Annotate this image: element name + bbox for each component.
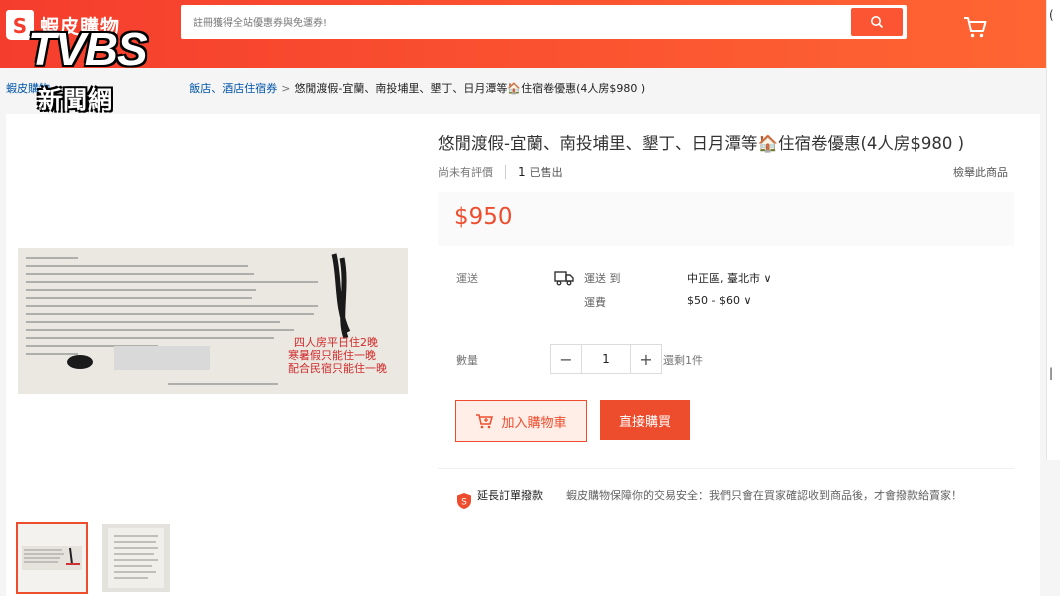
thumbnail-2[interactable] — [102, 524, 170, 592]
breadcrumb-separator: > — [281, 82, 291, 95]
right-edge-glyph: | — [1049, 366, 1054, 380]
stamp-line-2: 寒暑假只能住一晚 — [288, 348, 376, 362]
search-icon — [871, 16, 884, 29]
product-meta: 尚未有評價 1 已售出 — [438, 164, 563, 180]
quantity-minus-button[interactable]: − — [551, 345, 581, 373]
stamp-line-3: 配合民宿只能住一晚 — [288, 361, 387, 375]
right-edge-glyph: ( — [1049, 8, 1054, 22]
add-to-cart-button[interactable]: 加入購物車 — [455, 400, 587, 442]
search-input[interactable] — [191, 5, 835, 41]
right-side-panel: ( | — [1046, 0, 1060, 460]
product-panel: 四人房平日住2晚 寒暑假只能住一晚 配合民宿只能住一晚 悠閒渡假-宜蘭、南投埔里… — [6, 114, 1040, 596]
quantity-stepper: − 1 + — [550, 344, 662, 374]
quantity-plus-button[interactable]: + — [631, 345, 661, 373]
ship-fee-label: 運費 — [584, 296, 606, 309]
ship-location-dropdown[interactable]: 中正區, 臺北市 ∨ — [687, 270, 772, 286]
guarantee-text: 蝦皮購物保障你的交易安全：我們只會在買家確認收到商品後，才會撥款給賣家！ — [566, 489, 962, 502]
tvbs-watermark: TVBS 新聞網 — [28, 22, 208, 114]
product-main-image[interactable]: 四人房平日住2晚 寒暑假只能住一晚 配合民宿只能住一晚 — [18, 248, 408, 394]
meta-divider — [505, 165, 506, 179]
chevron-down-icon: ∨ — [743, 294, 752, 307]
ship-fee-dropdown[interactable]: $50 - $60 ∨ — [687, 294, 752, 307]
ship-to-label: 運送 到 — [584, 272, 621, 285]
divider — [438, 468, 1014, 469]
search-bar — [181, 5, 907, 41]
add-to-cart-label: 加入購物車 — [501, 415, 567, 431]
guarantee-title: 延長訂單撥款 — [477, 489, 543, 502]
breadcrumb-current: 悠閒渡假-宜蘭、南投埔里、墾丁、日月潭等🏠住宿卷優惠(4人房$980 ) — [294, 82, 646, 95]
buy-now-button[interactable]: 直接購買 — [600, 400, 690, 440]
product-title: 悠閒渡假-宜蘭、南投埔里、墾丁、日月潭等🏠住宿卷優惠(4人房$980 ) — [438, 134, 965, 153]
quantity-input[interactable]: 1 — [581, 345, 631, 373]
tvbs-logo: TVBS — [28, 23, 148, 75]
product-price: $950 — [454, 204, 513, 230]
shield-icon: S — [457, 493, 471, 509]
chevron-down-icon: ∨ — [763, 272, 772, 285]
rating-text[interactable]: 尚未有評價 — [438, 164, 493, 180]
stamp-line-1: 四人房平日住2晚 — [294, 335, 378, 349]
tvbs-subtitle: 新聞網 — [38, 86, 113, 114]
sold-count: 1 — [518, 165, 526, 179]
report-link[interactable]: 檢舉此商品 — [953, 164, 1008, 180]
sold-label: 已售出 — [529, 166, 563, 179]
shipping-label: 運送 — [456, 272, 478, 285]
thumbnail-1[interactable] — [16, 522, 88, 594]
voucher-photo: 四人房平日住2晚 寒暑假只能住一晚 配合民宿只能住一晚 — [18, 248, 408, 394]
quantity-label: 數量 — [456, 354, 478, 367]
search-button[interactable] — [851, 8, 903, 36]
ship-location: 中正區, 臺北市 — [687, 272, 760, 285]
cart-icon[interactable] — [962, 14, 988, 40]
ship-fee-value: $50 - $60 — [687, 294, 740, 307]
svg-text:S: S — [461, 498, 467, 508]
stock-remaining: 還剩1件 — [663, 354, 703, 367]
add-cart-icon — [476, 414, 494, 429]
truck-icon — [554, 271, 574, 286]
price-box: $950 — [438, 192, 1014, 246]
thumbnail-list — [16, 522, 170, 594]
